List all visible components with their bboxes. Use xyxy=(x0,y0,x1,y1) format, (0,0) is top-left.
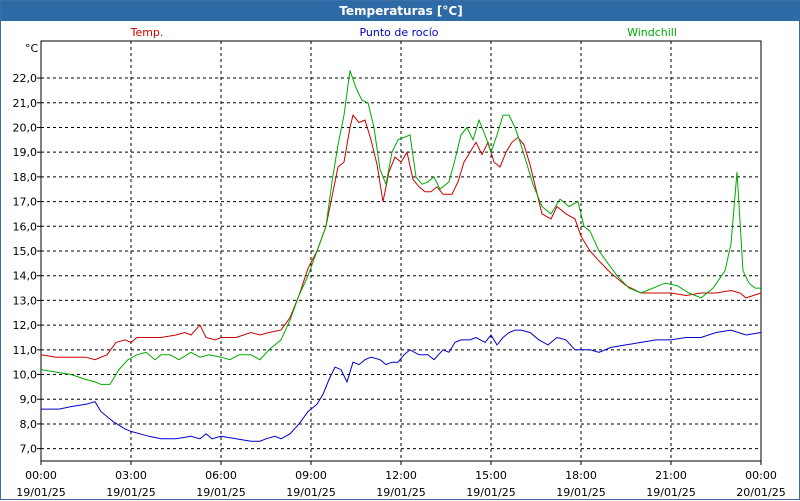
y-tick-label: 14,0 xyxy=(13,270,38,283)
x-tick-date: 19/01/25 xyxy=(466,486,515,499)
y-tick-label: 10,0 xyxy=(13,369,38,382)
x-tick-time: 09:00 xyxy=(295,469,327,482)
y-unit-label: °C xyxy=(25,42,39,55)
y-tick-label: 17,0 xyxy=(13,196,38,209)
x-tick-time: 03:00 xyxy=(115,469,147,482)
x-tick-time: 21:00 xyxy=(655,469,687,482)
y-tick-label: 21,0 xyxy=(13,97,38,110)
x-tick-time: 06:00 xyxy=(205,469,237,482)
y-tick-label: 18,0 xyxy=(13,171,38,184)
x-tick-time: 12:00 xyxy=(385,469,417,482)
y-tick-label: 15,0 xyxy=(13,245,38,258)
x-tick-date: 19/01/25 xyxy=(376,486,425,499)
y-tick-label: 16,0 xyxy=(13,220,38,233)
x-tick-time: 00:00 xyxy=(745,469,777,482)
x-tick-time: 18:00 xyxy=(565,469,597,482)
y-tick-label: 11,0 xyxy=(13,344,38,357)
x-tick-time: 15:00 xyxy=(475,469,507,482)
y-tick-label: 22,0 xyxy=(13,72,38,85)
y-tick-label: 20,0 xyxy=(13,121,38,134)
y-tick-label: 8,0 xyxy=(20,418,38,431)
y-axis: 7,0 8,0 9,0 10,0 11,0 12,0 13,0 14,0 15,0 16,0 17,… xyxy=(13,72,41,456)
x-tick-date: 19/01/25 xyxy=(196,486,245,499)
x-tick-date: 19/01/25 xyxy=(16,486,65,499)
y-tick-label: 9,0 xyxy=(20,393,38,406)
x-tick-date: 19/01/25 xyxy=(286,486,335,499)
x-tick-date: 19/01/25 xyxy=(556,486,605,499)
x-tick-date: 20/01/25 xyxy=(736,486,785,499)
y-tick-label: 13,0 xyxy=(13,294,38,307)
temperature-chart: 7,0 8,0 9,0 10,0 11,0 12,0 13,0 14,0 15,0 16,0 17,… xyxy=(13,26,786,499)
legend: Temp. Punto de rocío Windchill xyxy=(130,26,677,39)
x-tick-date: 19/01/25 xyxy=(646,486,695,499)
legend-entry: Temp. xyxy=(130,26,164,39)
y-tick-label: 12,0 xyxy=(13,319,38,332)
x-axis: 00:00 19/01/25 03:00 19/01/25 06:00 19/01/25 0… xyxy=(16,461,786,499)
grid xyxy=(41,41,761,461)
chart-window: Temperaturas [°C] 7,0 8,0 9,0 10,0 11,0 12,0 1… xyxy=(0,0,800,500)
x-tick-date: 19/01/25 xyxy=(106,486,155,499)
y-tick-label: 7,0 xyxy=(20,443,38,456)
y-tick-label: 19,0 xyxy=(13,146,38,159)
legend-entry: Windchill xyxy=(627,26,677,39)
x-tick-time: 00:00 xyxy=(25,469,57,482)
legend-entry: Punto de rocío xyxy=(359,26,438,39)
